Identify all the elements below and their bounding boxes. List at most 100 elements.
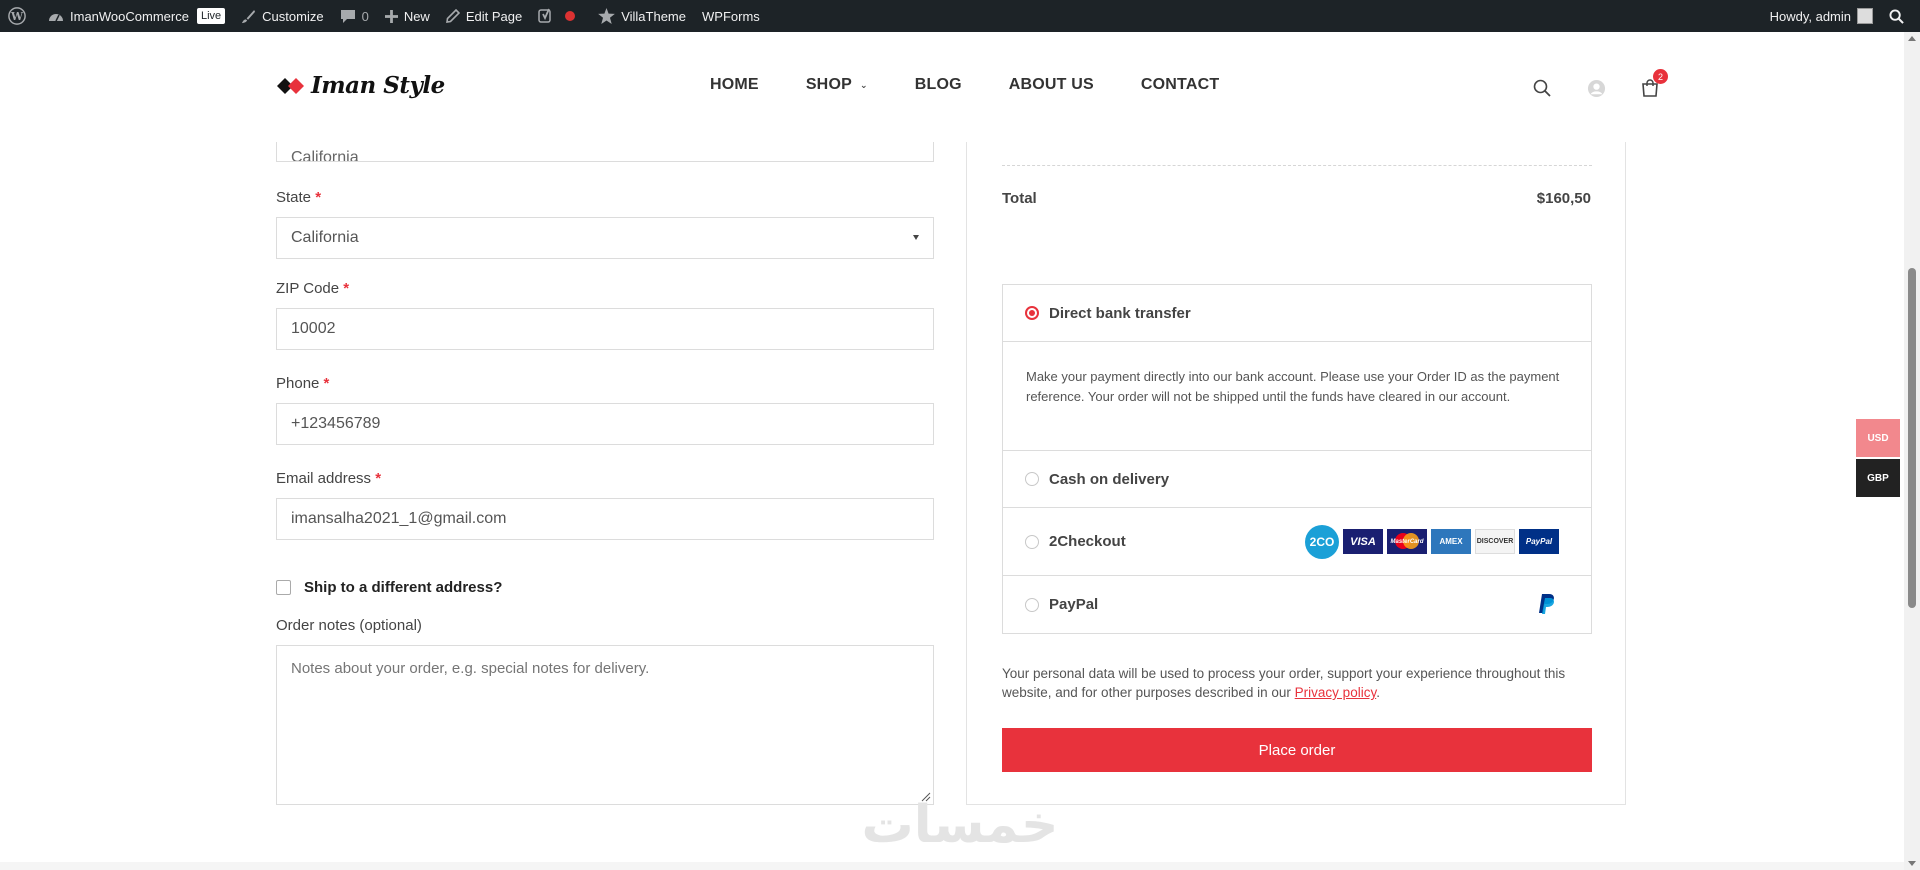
pencil-icon [445,9,460,23]
currency-usd-button[interactable]: USD [1856,419,1900,457]
order-review-panel: Total $160,50 Direct bank transfer Make … [966,142,1626,805]
howdy-label: Howdy, admin [1769,8,1851,24]
state-label: State * [276,189,322,206]
nav-shop-label: SHOP [805,76,852,93]
account-button[interactable] [1584,76,1608,100]
paypal-label[interactable]: PayPal [1049,596,1098,613]
comments-count: 0 [361,8,369,24]
card-logos: 2CO VISA MasterCard AMEX DISCOVER PayPal [1301,524,1559,559]
star-icon [598,8,616,24]
currency-gbp-button[interactable]: GBP [1856,459,1900,497]
paypal-p-icon [1539,594,1554,614]
nav-contact[interactable]: CONTACT [1141,76,1219,94]
nav-blog[interactable]: BLOG [915,76,962,94]
state-select[interactable]: California [276,217,934,259]
zip-label: ZIP Code * [276,280,350,297]
page-scrollbar[interactable] [1904,32,1920,870]
divider [1002,165,1592,166]
2checkout-radio[interactable] [1025,534,1039,549]
khamsat-watermark: خمسات [861,796,1058,855]
paypal-radio[interactable] [1025,597,1039,612]
scroll-down-icon[interactable] [1908,861,1916,866]
nav-home-label: HOME [710,76,759,93]
town-city-input[interactable]: California [276,142,934,162]
email-input[interactable]: imansalha2021_1@gmail.com [276,498,934,540]
nav-home[interactable]: HOME [710,76,759,94]
header-icons: 2 [1500,69,1668,100]
comments-link[interactable]: 0 [332,0,377,32]
brush-icon [242,9,256,23]
required-mark: * [323,375,330,392]
payment-2checkout[interactable]: 2Checkout 2CO VISA MasterCard AMEX DISCO… [1003,508,1591,576]
villatheme-menu[interactable]: VillaTheme [590,0,694,32]
plus-icon [384,9,398,23]
privacy-policy-link[interactable]: Privacy policy [1295,685,1377,700]
required-mark: * [375,470,382,487]
customize-label: Customize [262,8,324,24]
phone-label: Phone * [276,375,330,392]
required-mark: * [315,189,322,206]
ship-different-address-row[interactable]: Ship to a different address? [276,579,502,596]
scroll-up-icon[interactable] [1908,36,1916,41]
visa-logo-icon: VISA [1343,529,1383,554]
site-logo[interactable]: Iman Style [275,72,445,99]
nav-blog-label: BLOG [914,76,962,93]
logo-text: Iman Style [311,72,445,99]
cart-count-badge: 2 [1653,69,1668,84]
user-avatar-icon [1587,79,1605,97]
dashboard-icon [49,14,63,22]
ship-different-label[interactable]: Ship to a different address? [304,579,502,596]
edit-page-label: Edit Page [465,8,523,24]
yoast-menu[interactable] [530,0,590,32]
wordpress-logo-icon[interactable]: W [0,0,40,32]
cash-on-delivery-radio[interactable] [1025,472,1039,486]
paypal-logo-icon: PayPal [1519,529,1559,554]
search-icon [1889,8,1904,24]
amex-logo-icon: AMEX [1431,529,1471,554]
2checkout-label[interactable]: 2Checkout [1049,533,1126,550]
wpforms-menu[interactable]: WPForms [694,0,768,32]
cart-button[interactable]: 2 [1638,69,1668,100]
order-notes-textarea[interactable] [276,645,934,805]
ship-different-checkbox[interactable] [276,580,291,595]
admin-search-button[interactable] [1881,0,1920,32]
page-bottom-strip [0,862,1904,870]
my-account-menu[interactable]: Howdy, admin [1762,0,1881,32]
bank-transfer-radio[interactable] [1025,306,1039,320]
payment-cash-on-delivery[interactable]: Cash on delivery [1003,450,1591,508]
payment-bank-transfer[interactable]: Direct bank transfer [1003,285,1591,342]
zip-value: 10002 [291,320,336,337]
bank-transfer-description: Make your payment directly into our bank… [1026,369,1560,404]
privacy-end: . [1376,685,1380,700]
header-search-button[interactable] [1530,76,1554,100]
nav-contact-label: CONTACT [1140,76,1220,93]
privacy-notice: Your personal data will be used to proce… [1002,664,1592,702]
customize-link[interactable]: Customize [233,0,331,32]
nav-about-label: ABOUT US [1008,76,1094,93]
cash-on-delivery-label[interactable]: Cash on delivery [1049,471,1169,488]
bank-transfer-label[interactable]: Direct bank transfer [1049,305,1191,322]
payment-methods: Direct bank transfer Make your payment d… [1002,284,1592,634]
scrollbar-thumb[interactable] [1908,268,1916,608]
svg-text:خمسات: خمسات [861,796,1058,855]
total-label: Total [1002,190,1037,207]
svg-text:W: W [10,10,24,23]
site-name-menu[interactable]: ImanWooCommerce Live [40,0,233,32]
mastercard-logo-icon: MasterCard [1387,529,1427,554]
edit-page-link[interactable]: Edit Page [438,0,530,32]
2co-logo-icon: 2CO [1305,524,1339,559]
new-content-link[interactable]: New [377,0,438,32]
site-header: Iman Style HOME SHOP ⌄ BLOG ABOUT US CONT… [0,32,1904,142]
discover-logo-icon: DISCOVER [1475,529,1515,554]
email-value: imansalha2021_1@gmail.com [291,510,507,527]
place-order-button[interactable]: Place order [1002,728,1592,772]
payment-paypal[interactable]: PayPal [1003,576,1591,633]
nav-about-us[interactable]: ABOUT US [1009,76,1094,94]
zip-input[interactable]: 10002 [276,308,934,350]
total-value: $160,50 [1536,190,1591,207]
nav-shop[interactable]: SHOP ⌄ [806,76,868,94]
phone-input[interactable]: +123456789 [276,403,934,445]
yoast-icon [538,8,551,23]
new-label: New [403,8,430,24]
caret-down-icon [913,235,919,240]
